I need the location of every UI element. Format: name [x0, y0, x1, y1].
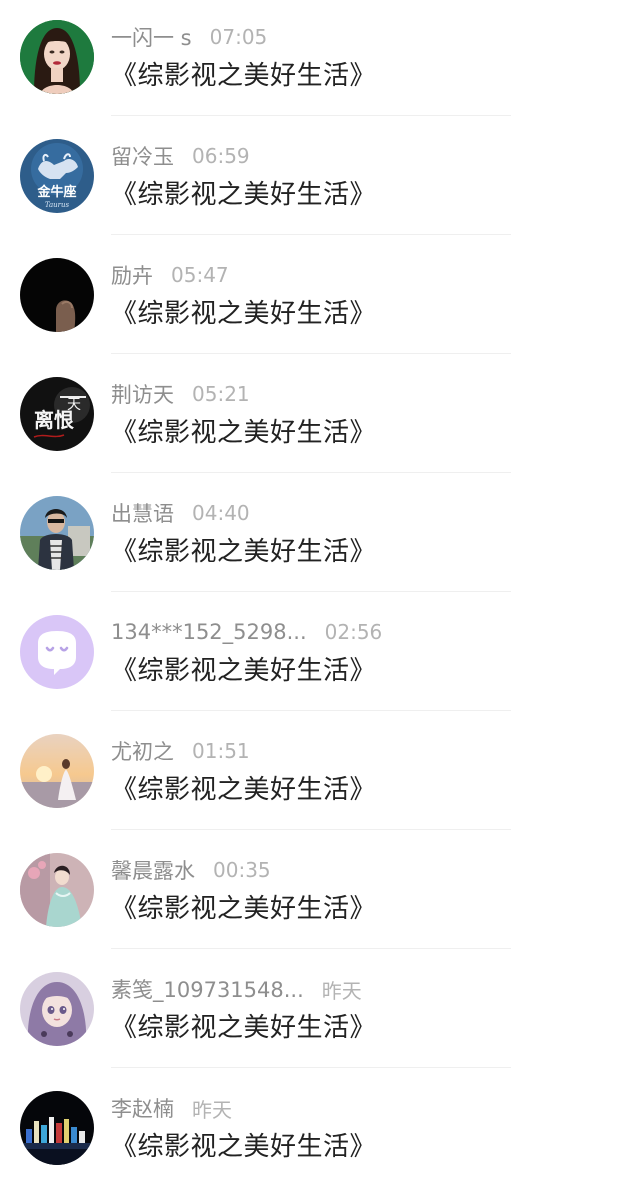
- woman-portrait-icon: [20, 20, 94, 94]
- comment-text: 《综影视之美好生活》: [111, 656, 377, 686]
- avatar[interactable]: [20, 1091, 94, 1165]
- list-item[interactable]: 出慧语 04:40 《综影视之美好生活》: [0, 476, 640, 595]
- comment-text: 《综影视之美好生活》: [111, 537, 377, 567]
- divider: [111, 234, 511, 235]
- sunset-girl-icon: [20, 734, 94, 808]
- comment-text: 《综影视之美好生活》: [111, 299, 377, 329]
- comment-meta: 尤初之 01:51: [111, 736, 250, 766]
- list-item[interactable]: 李赵楠 昨天 《综影视之美好生活》: [0, 1071, 640, 1190]
- divider: [111, 115, 511, 116]
- comment-meta: 荆访天 05:21: [111, 379, 250, 409]
- comment-meta: 134***152_5298... 02:56: [111, 617, 382, 647]
- timestamp: 05:47: [171, 263, 229, 287]
- avatar[interactable]: [20, 258, 94, 332]
- avatar[interactable]: 离恨 天: [20, 377, 94, 451]
- man-portrait-icon: [20, 496, 94, 570]
- anime-girl-icon: [20, 972, 94, 1046]
- divider: [111, 710, 511, 711]
- comment-meta: 留冷玉 06:59: [111, 141, 250, 171]
- avatar[interactable]: [20, 615, 94, 689]
- calligraphy-icon: 离恨 天: [20, 377, 94, 451]
- list-item[interactable]: 离恨 天 荆访天 05:21 《综影视之美好生活》: [0, 357, 640, 476]
- comment-text: 《综影视之美好生活》: [111, 418, 377, 448]
- hanfu-girl-icon: [20, 853, 94, 927]
- city-night-icon: [20, 1091, 94, 1165]
- user-name[interactable]: 素笺_109731548...: [111, 974, 304, 1004]
- avatar[interactable]: [20, 972, 94, 1046]
- timestamp: 04:40: [192, 501, 250, 525]
- list-item[interactable]: 134***152_5298... 02:56 《综影视之美好生活》: [0, 595, 640, 714]
- avatar[interactable]: [20, 496, 94, 570]
- comment-text: 《综影视之美好生活》: [111, 61, 377, 91]
- comment-text: 《综影视之美好生活》: [111, 1132, 377, 1162]
- comment-text: 《综影视之美好生活》: [111, 775, 377, 805]
- user-name[interactable]: 荆访天: [111, 379, 174, 409]
- avatar[interactable]: 金牛座 Taurus: [20, 139, 94, 213]
- user-name[interactable]: 留冷玉: [111, 141, 174, 171]
- timestamp: 01:51: [192, 739, 250, 763]
- comment-text: 《综影视之美好生活》: [111, 1013, 377, 1043]
- divider: [111, 591, 511, 592]
- user-name[interactable]: 李赵楠: [111, 1093, 174, 1123]
- chat-bubble-icon: [20, 615, 94, 689]
- comment-meta: 李赵楠 昨天: [111, 1093, 232, 1123]
- comment-meta: 一闪一 s 07:05: [111, 22, 267, 52]
- avatar[interactable]: [20, 734, 94, 808]
- comment-meta: 馨晨露水 00:35: [111, 855, 271, 885]
- comment-meta: 素笺_109731548... 昨天: [111, 974, 362, 1004]
- avatar[interactable]: [20, 853, 94, 927]
- user-name[interactable]: 馨晨露水: [111, 855, 195, 885]
- svg-text:天: 天: [67, 397, 81, 413]
- timestamp: 05:21: [192, 382, 250, 406]
- divider: [111, 1067, 511, 1068]
- list-item[interactable]: 素笺_109731548... 昨天 《综影视之美好生活》: [0, 952, 640, 1071]
- user-name[interactable]: 出慧语: [111, 498, 174, 528]
- timestamp: 00:35: [213, 858, 271, 882]
- comment-meta: 励卉 05:47: [111, 260, 229, 290]
- taurus-zodiac-icon: 金牛座 Taurus: [20, 139, 94, 213]
- timestamp: 06:59: [192, 144, 250, 168]
- divider: [111, 353, 511, 354]
- list-item[interactable]: 金牛座 Taurus 留冷玉 06:59 《综影视之美好生活》: [0, 119, 640, 238]
- comment-text: 《综影视之美好生活》: [111, 180, 377, 210]
- avatar[interactable]: [20, 20, 94, 94]
- timestamp: 02:56: [324, 620, 383, 644]
- user-name[interactable]: 一闪一 s: [111, 22, 192, 52]
- list-item[interactable]: 励卉 05:47 《综影视之美好生活》: [0, 238, 640, 357]
- dark-silhouette-icon: [20, 258, 94, 332]
- timestamp: 昨天: [192, 1097, 232, 1122]
- timestamp: 昨天: [321, 978, 362, 1003]
- comment-text: 《综影视之美好生活》: [111, 894, 377, 924]
- user-name[interactable]: 尤初之: [111, 736, 174, 766]
- timestamp: 07:05: [209, 25, 268, 49]
- svg-text:Taurus: Taurus: [45, 201, 70, 209]
- divider: [111, 829, 511, 830]
- user-name[interactable]: 励卉: [111, 260, 153, 290]
- comment-meta: 出慧语 04:40: [111, 498, 250, 528]
- list-item[interactable]: 一闪一 s 07:05 《综影视之美好生活》: [0, 0, 640, 119]
- list-item[interactable]: 馨晨露水 00:35 《综影视之美好生活》: [0, 833, 640, 952]
- list-item[interactable]: 尤初之 01:51 《综影视之美好生活》: [0, 714, 640, 833]
- divider: [111, 948, 511, 949]
- divider: [111, 472, 511, 473]
- user-name[interactable]: 134***152_5298...: [111, 620, 307, 644]
- svg-text:金牛座: 金牛座: [36, 184, 76, 200]
